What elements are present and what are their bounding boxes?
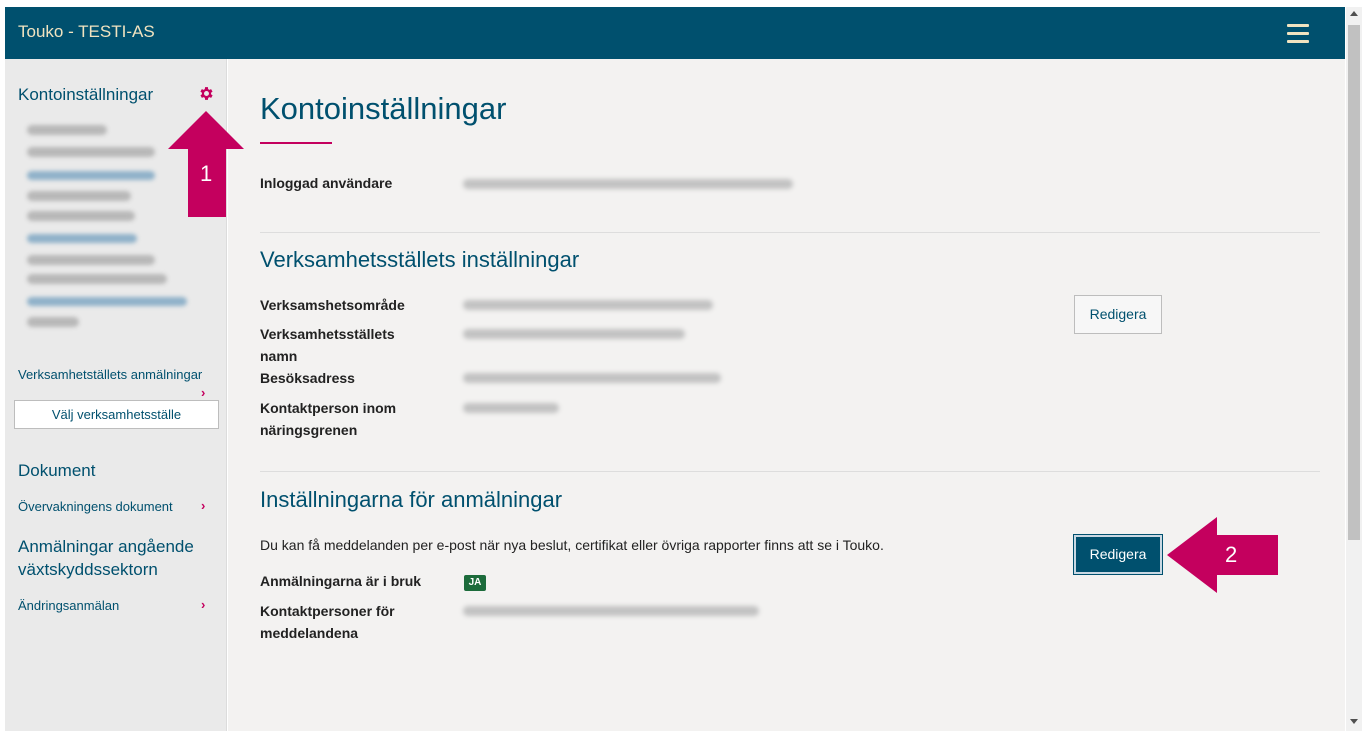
top-bar: Touko - TESTI-AS — [5, 7, 1345, 59]
logged-in-user-label: Inloggad användare — [260, 175, 393, 191]
divider — [260, 232, 1320, 233]
notification-settings-heading: Inställningarna för anmälningar — [260, 487, 563, 512]
chevron-right-icon: › — [201, 498, 206, 513]
plant-health-register-link-blurred[interactable] — [27, 297, 187, 306]
annotation-number-2: 2 — [1225, 542, 1238, 567]
status-badge: JA — [464, 575, 486, 591]
logged-in-user-value-blurred — [463, 179, 793, 189]
contact-person-value-blurred — [463, 403, 559, 413]
sidebar-change-notification-link[interactable]: Ändringsanmälan — [18, 598, 119, 613]
visit-address-label: Besöksadress — [260, 370, 355, 386]
visit-address-value-blurred — [463, 373, 721, 383]
business-site-address-blurred — [27, 274, 167, 284]
contact-persons-label: Kontaktpersoner för meddelandena — [260, 603, 395, 641]
vertical-scrollbar[interactable] — [1346, 7, 1362, 731]
sidebar-documents-heading: Dokument — [18, 461, 96, 480]
user-name-blurred — [27, 125, 107, 135]
hamburger-menu-icon[interactable] — [1287, 24, 1309, 43]
contact-person-label: Kontaktperson inom näringsgrenen — [260, 400, 397, 438]
sidebar-plant-health-heading: Anmälningar angående växtskyddssektorn — [18, 537, 194, 579]
chevron-right-icon: › — [201, 597, 206, 612]
chevron-right-icon: › — [201, 385, 206, 400]
app-title: Touko - TESTI-AS — [18, 22, 155, 41]
choose-site-button[interactable]: Välj verksamhetsställe — [14, 400, 219, 429]
company-name-blurred — [27, 147, 155, 157]
site-settings-heading: Verksamhetsställets inställningar — [260, 247, 580, 272]
site-name-value-blurred — [463, 329, 685, 339]
annotation-arrow-left — [1167, 517, 1278, 593]
edit-notifications-button[interactable]: Redigera — [1074, 535, 1162, 574]
title-underline — [260, 142, 332, 144]
sidebar-monitoring-documents-link[interactable]: Övervakningens dokument — [18, 499, 173, 514]
scroll-up-arrow-icon[interactable] — [1350, 11, 1358, 16]
business-area-value-blurred — [463, 300, 713, 310]
sidebar-account-settings-link[interactable]: Kontoinställningar — [18, 85, 153, 105]
gear-icon[interactable] — [198, 85, 215, 102]
business-area-value-blurred-2 — [27, 211, 135, 221]
notification-info-text: Du kan få meddelanden per e-post när nya… — [260, 537, 884, 553]
register-number-blurred — [27, 317, 79, 327]
contact-persons-value-blurred — [463, 606, 759, 616]
divider — [260, 471, 1320, 472]
main-content: Kontoinställningar Inloggad användare Ve… — [228, 59, 1345, 731]
scroll-down-arrow-icon[interactable] — [1350, 719, 1358, 724]
business-site-link-blurred[interactable] — [27, 234, 137, 243]
business-site-name-blurred — [27, 255, 155, 265]
business-area-label: Verksamshetsområde — [260, 297, 405, 313]
sidebar-site-notifications-link[interactable]: Verksamhetställets anmälningar — [18, 367, 202, 382]
annotation-number-1: 1 — [200, 161, 213, 186]
business-area-link-blurred[interactable] — [27, 171, 155, 180]
business-area-value-blurred — [27, 191, 131, 201]
scrollbar-thumb[interactable] — [1348, 25, 1360, 540]
page: Touko - TESTI-AS Kontoinställningar Verk… — [5, 7, 1345, 731]
site-name-label: Verksamhetsställets namn — [260, 326, 395, 364]
edit-site-button[interactable]: Redigera — [1074, 295, 1162, 334]
page-title: Kontoinställningar — [260, 91, 507, 126]
notifications-in-use-label: Anmälningarna är i bruk — [260, 573, 422, 589]
